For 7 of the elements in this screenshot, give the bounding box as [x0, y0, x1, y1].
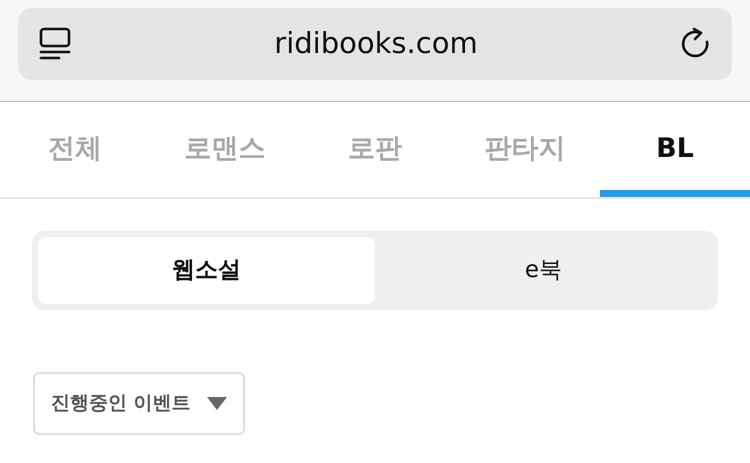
- url-text[interactable]: ridibooks.com: [274, 22, 478, 66]
- event-dropdown[interactable]: 진행중인 이벤트: [33, 372, 245, 435]
- reader-icon[interactable]: [38, 27, 72, 61]
- caret-icon: [206, 397, 227, 410]
- category-tab[interactable]: BL: [600, 102, 750, 197]
- segment-button[interactable]: 웹소설: [38, 237, 375, 304]
- segment-button[interactable]: e북: [375, 237, 712, 304]
